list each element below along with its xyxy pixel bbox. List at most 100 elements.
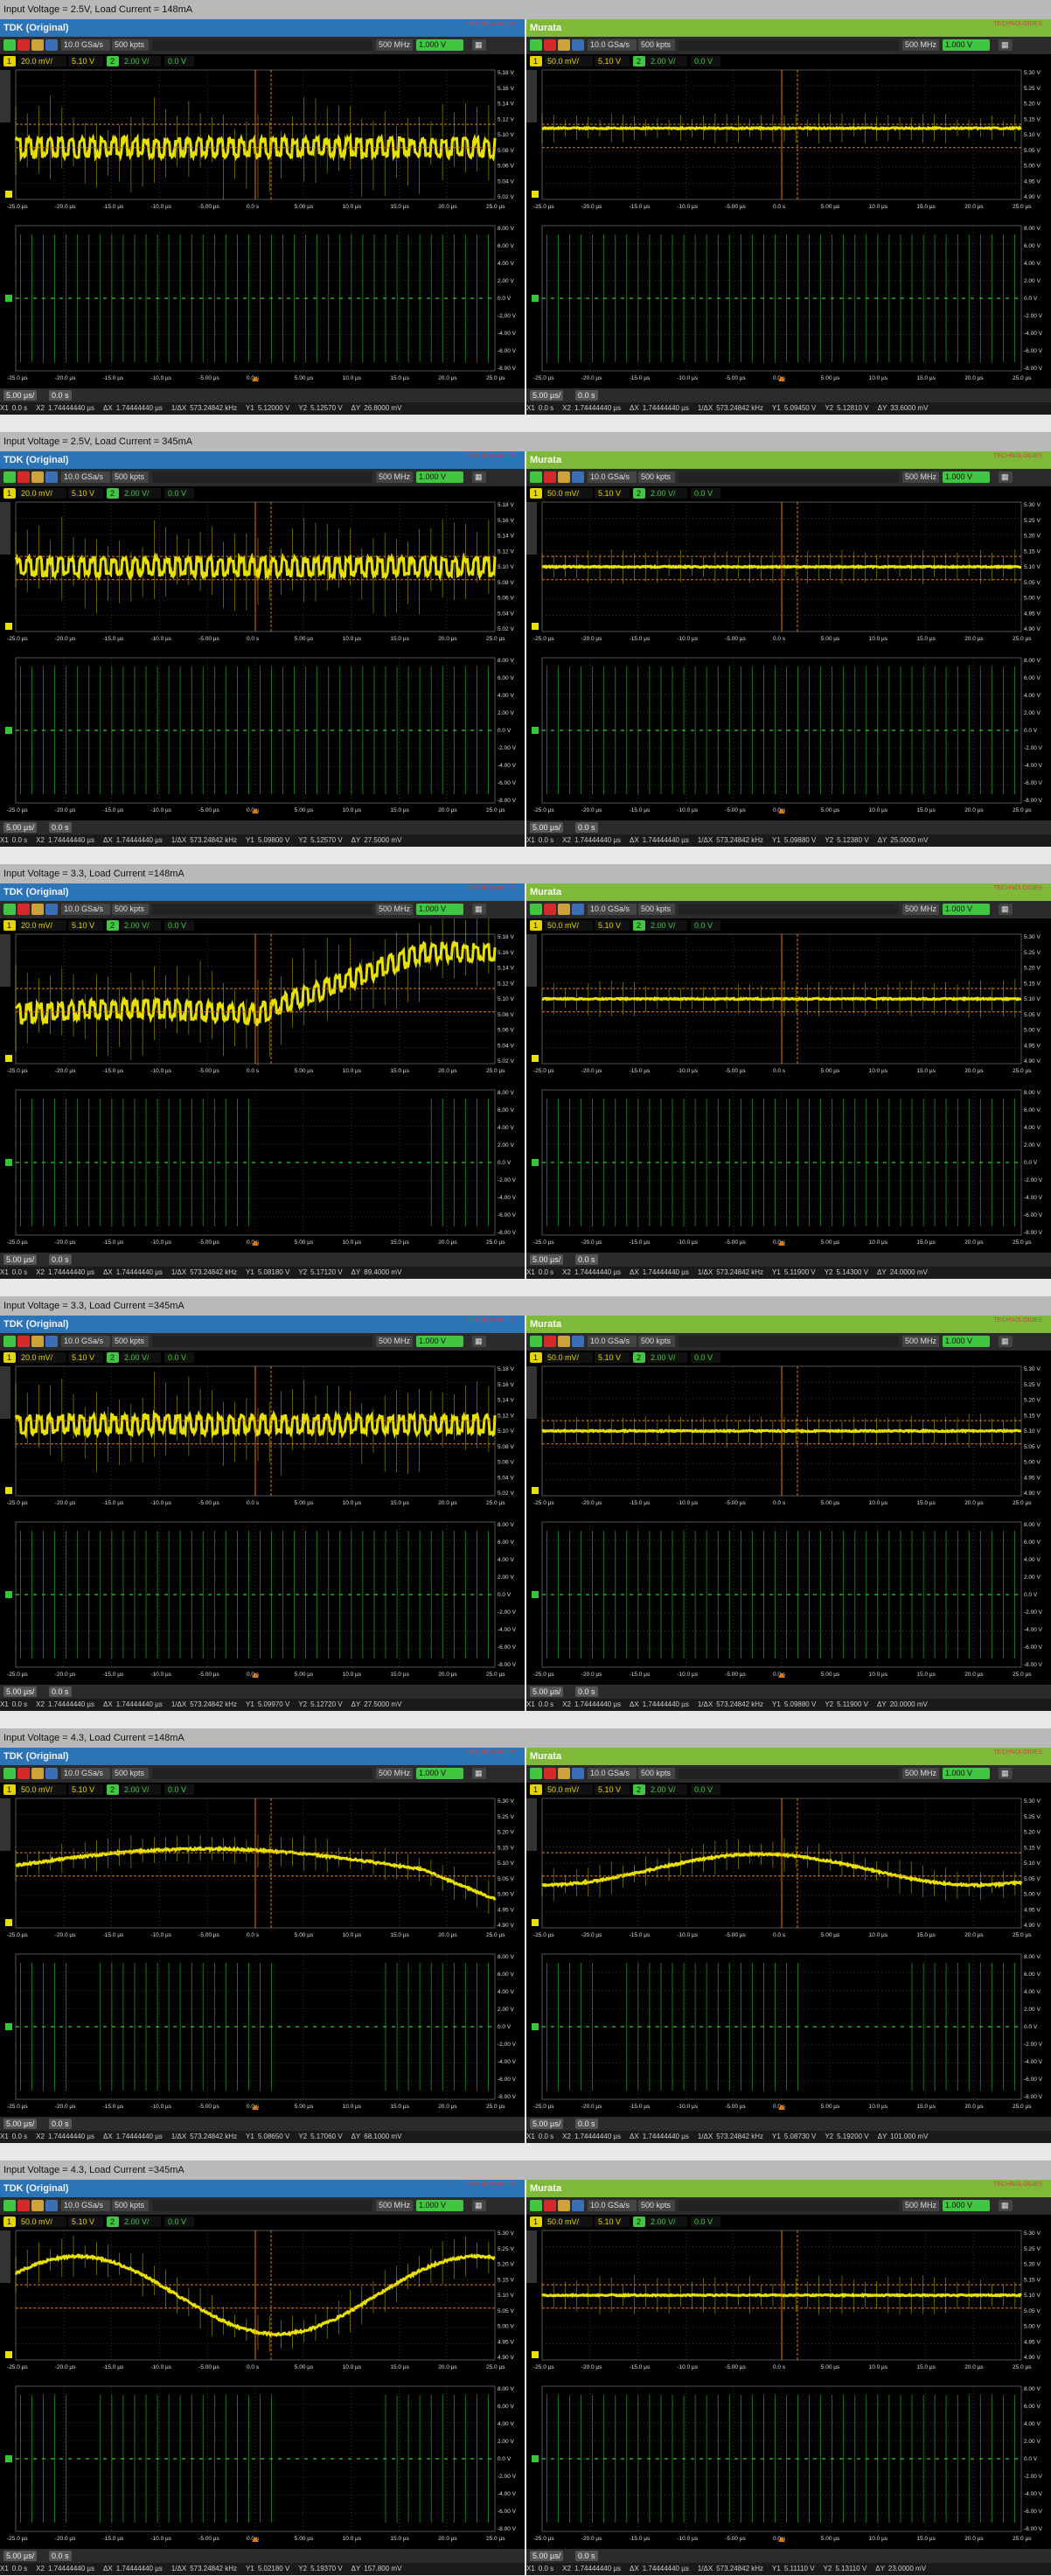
single-button[interactable] xyxy=(31,39,44,51)
bandwidth-display[interactable]: 500 MHz xyxy=(376,471,413,483)
autoscale-button[interactable] xyxy=(45,471,58,483)
single-button[interactable] xyxy=(558,39,570,51)
stop-button[interactable] xyxy=(544,39,556,51)
ch2-badge[interactable]: 2 xyxy=(637,2217,641,2226)
timebase-display[interactable]: 5.00 µs/ xyxy=(530,1254,564,1265)
run-button[interactable] xyxy=(3,1336,16,1347)
ch2-offset[interactable]: 0.0 V xyxy=(168,489,186,498)
bandwidth-display[interactable]: 500 MHz xyxy=(376,1768,413,1779)
ch2-offset[interactable]: 0.0 V xyxy=(694,1785,713,1794)
ch2-offset[interactable]: 0.0 V xyxy=(694,57,713,66)
ch2-offset[interactable]: 0.0 V xyxy=(168,1353,186,1362)
autoscale-button[interactable] xyxy=(45,1768,58,1779)
ch1-badge[interactable]: 1 xyxy=(7,1353,11,1362)
ch2-offset[interactable]: 0.0 V xyxy=(694,489,713,498)
delay-display[interactable]: 0.0 s xyxy=(575,1686,598,1697)
grid-icon[interactable]: ▦ xyxy=(999,1768,1013,1779)
sample-rate-display[interactable]: 10.0 GSa/s xyxy=(61,904,110,915)
single-button[interactable] xyxy=(558,904,570,915)
sample-rate-display[interactable]: 10.0 GSa/s xyxy=(61,39,110,51)
single-button[interactable] xyxy=(31,471,44,483)
scope-display[interactable]: 1 50.0 mV/5.10 V 2 2.00 V/0.0 V 5.30 V 5.25 V… xyxy=(526,918,1051,1253)
trigger-level-display[interactable]: 1.000 V xyxy=(943,39,990,51)
ch1-badge[interactable]: 1 xyxy=(533,489,538,498)
timebase-display[interactable]: 5.00 µs/ xyxy=(3,1686,38,1697)
ch1-scale[interactable]: 50.0 mV/ xyxy=(21,2217,53,2226)
points-display[interactable]: 500 kpts xyxy=(638,2200,675,2211)
run-button[interactable] xyxy=(530,904,542,915)
scope-display[interactable]: 1 50.0 mV/5.10 V 2 2.00 V/0.0 V 5.30 V 5.25 V… xyxy=(526,1351,1051,1685)
stop-button[interactable] xyxy=(544,1336,556,1347)
points-display[interactable]: 500 kpts xyxy=(112,2200,149,2211)
single-button[interactable] xyxy=(31,2200,44,2211)
ch2-badge[interactable]: 2 xyxy=(110,1353,115,1362)
ch1-badge[interactable]: 1 xyxy=(7,1785,11,1794)
run-button[interactable] xyxy=(530,1336,542,1347)
delay-display[interactable]: 0.0 s xyxy=(575,1254,598,1265)
bandwidth-display[interactable]: 500 MHz xyxy=(902,39,939,51)
ch1-scale[interactable]: 20.0 mV/ xyxy=(21,1353,53,1362)
ch2-badge[interactable]: 2 xyxy=(637,921,641,930)
delay-display[interactable]: 0.0 s xyxy=(575,822,598,833)
grid-icon[interactable]: ▦ xyxy=(472,904,486,915)
scope-display[interactable]: 1 50.0 mV/5.10 V 2 2.00 V/0.0 V 5.30 V 5.25 V… xyxy=(0,2215,525,2549)
stop-button[interactable] xyxy=(544,2200,556,2211)
trigger-level-display[interactable]: 1.000 V xyxy=(416,1768,463,1779)
points-display[interactable]: 500 kpts xyxy=(112,1768,149,1779)
delay-display[interactable]: 0.0 s xyxy=(49,2551,72,2561)
ch2-offset[interactable]: 0.0 V xyxy=(168,57,186,66)
ch1-offset[interactable]: 5.10 V xyxy=(598,2217,621,2226)
ch1-scale[interactable]: 50.0 mV/ xyxy=(547,489,580,498)
autoscale-button[interactable] xyxy=(572,2200,584,2211)
scope-display[interactable]: 1 50.0 mV/5.10 V 2 2.00 V/0.0 V 5.30 V 5.25 V… xyxy=(526,2215,1051,2549)
sample-rate-display[interactable]: 10.0 GSa/s xyxy=(588,904,637,915)
single-button[interactable] xyxy=(558,2200,570,2211)
delay-display[interactable]: 0.0 s xyxy=(49,1686,72,1697)
ch2-offset[interactable]: 0.0 V xyxy=(168,2217,186,2226)
scope-display[interactable]: 1 50.0 mV/5.10 V 2 2.00 V/0.0 V 5.30 V 5.25 V… xyxy=(526,486,1051,820)
scope-display[interactable]: 1 20.0 mV/5.10 V 2 2.00 V/0.0 V 5.18 V 5.16 V… xyxy=(0,486,525,820)
run-button[interactable] xyxy=(530,1768,542,1779)
trigger-level-display[interactable]: 1.000 V xyxy=(416,471,463,483)
ch2-scale[interactable]: 2.00 V/ xyxy=(651,1353,676,1362)
timebase-display[interactable]: 5.00 µs/ xyxy=(3,822,38,833)
stop-button[interactable] xyxy=(17,1336,30,1347)
run-button[interactable] xyxy=(3,1768,16,1779)
grid-icon[interactable]: ▦ xyxy=(472,1336,486,1347)
single-button[interactable] xyxy=(558,471,570,483)
ch2-scale[interactable]: 2.00 V/ xyxy=(651,921,676,930)
grid-icon[interactable]: ▦ xyxy=(472,471,486,483)
ch2-badge[interactable]: 2 xyxy=(110,1785,115,1794)
run-button[interactable] xyxy=(3,904,16,915)
ch1-offset[interactable]: 5.10 V xyxy=(72,2217,94,2226)
sample-rate-display[interactable]: 10.0 GSa/s xyxy=(588,1768,637,1779)
single-button[interactable] xyxy=(558,1768,570,1779)
ch1-offset[interactable]: 5.10 V xyxy=(72,921,94,930)
trigger-level-display[interactable]: 1.000 V xyxy=(943,904,990,915)
bandwidth-display[interactable]: 500 MHz xyxy=(376,1336,413,1347)
ch1-scale[interactable]: 50.0 mV/ xyxy=(21,1785,53,1794)
points-display[interactable]: 500 kpts xyxy=(112,39,149,51)
ch2-offset[interactable]: 0.0 V xyxy=(694,2217,713,2226)
ch1-scale[interactable]: 50.0 mV/ xyxy=(547,1785,580,1794)
ch2-badge[interactable]: 2 xyxy=(110,57,115,66)
delay-display[interactable]: 0.0 s xyxy=(575,2119,598,2129)
single-button[interactable] xyxy=(31,1336,44,1347)
grid-icon[interactable]: ▦ xyxy=(472,2200,486,2211)
delay-display[interactable]: 0.0 s xyxy=(49,822,72,833)
scope-display[interactable]: 1 50.0 mV/5.10 V 2 2.00 V/0.0 V 5.30 V 5.25 V… xyxy=(526,1783,1051,2117)
scope-display[interactable]: 1 20.0 mV/5.10 V 2 2.00 V/0.0 V 5.18 V 5.16 V… xyxy=(0,905,525,1253)
run-button[interactable] xyxy=(3,2200,16,2211)
autoscale-button[interactable] xyxy=(45,2200,58,2211)
ch2-offset[interactable]: 0.0 V xyxy=(694,921,713,930)
run-button[interactable] xyxy=(530,2200,542,2211)
ch1-badge[interactable]: 1 xyxy=(533,1785,538,1794)
trigger-level-display[interactable]: 1.000 V xyxy=(416,2200,463,2211)
bandwidth-display[interactable]: 500 MHz xyxy=(376,904,413,915)
ch1-badge[interactable]: 1 xyxy=(533,2217,538,2226)
ch1-scale[interactable]: 50.0 mV/ xyxy=(547,921,580,930)
sample-rate-display[interactable]: 10.0 GSa/s xyxy=(588,471,637,483)
ch2-badge[interactable]: 2 xyxy=(637,489,641,498)
points-display[interactable]: 500 kpts xyxy=(638,1768,675,1779)
ch1-badge[interactable]: 1 xyxy=(533,57,538,66)
